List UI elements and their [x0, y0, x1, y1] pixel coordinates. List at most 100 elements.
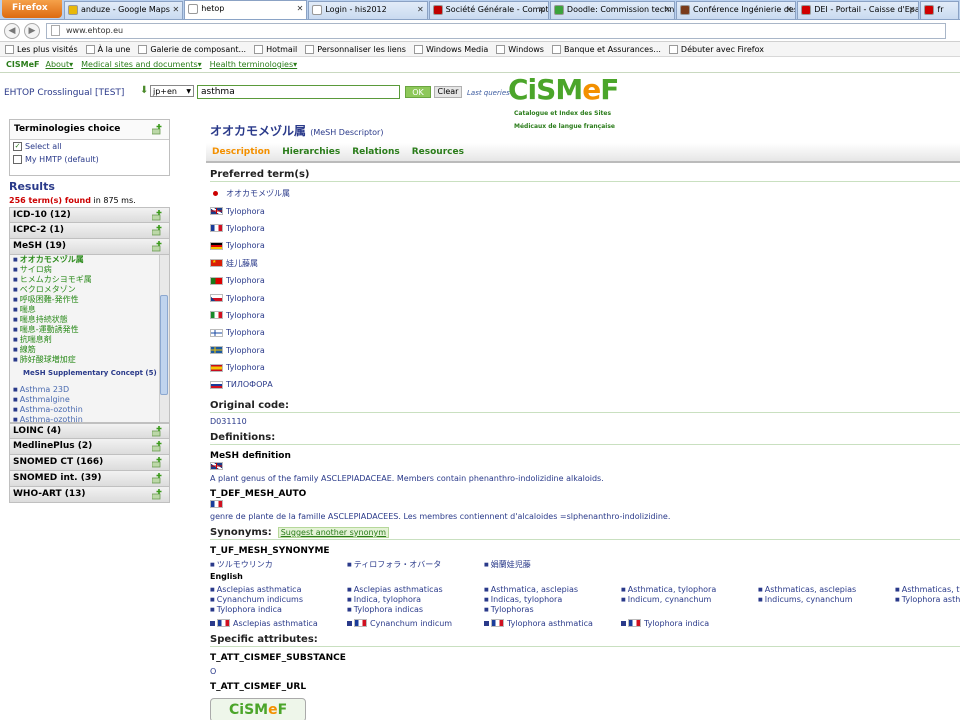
en-synonym-item[interactable]: Cynanchum indicums [210, 595, 347, 605]
select-all-option[interactable]: ✓ Select all [10, 140, 169, 153]
preferred-term-text[interactable]: 娃儿藤属 [226, 258, 258, 269]
en-synonym-item[interactable]: Tylophora asthm [895, 595, 960, 605]
terminology-header[interactable]: MeSH (19) [9, 239, 170, 255]
en-synonym-item[interactable]: Asclepias asthmaticas [347, 585, 484, 595]
terminology-header[interactable]: WHO-ART (13) [9, 487, 170, 503]
en-synonym-item[interactable]: Tylophora indica [210, 605, 347, 615]
close-icon[interactable]: ✕ [909, 5, 916, 14]
expand-terminology-icon[interactable] [152, 241, 163, 252]
en-synonym-item[interactable]: Asclepias asthmatica [210, 585, 347, 595]
terminology-header[interactable]: ICD-10 (12) [9, 207, 170, 223]
checkbox-icon[interactable] [13, 155, 22, 164]
browser-tab[interactable]: fr [920, 1, 959, 19]
browser-tab[interactable]: Société Générale - Comptes ...✕ [428, 1, 549, 19]
bookmark-item[interactable]: Banque et Assurances... [551, 44, 661, 54]
mesh-supplementary-item[interactable]: Asthmalgine [10, 395, 169, 405]
cismef-logo[interactable]: CiSMeF Catalogue et Index des Sites Médi… [508, 76, 628, 131]
mesh-result-item[interactable]: 喘息 [10, 305, 169, 315]
add-terminology-icon[interactable] [152, 124, 163, 135]
browser-tab[interactable]: Login - his2012 ✕ [308, 1, 428, 19]
preferred-term-text[interactable]: Tylophora [226, 241, 265, 250]
my-hmtp-option[interactable]: My HMTP (default) [10, 153, 169, 166]
checkbox-checked-icon[interactable]: ✓ [13, 142, 22, 151]
mesh-result-item[interactable]: 肺好酸球増加症 [10, 355, 169, 365]
tab-hierarchies[interactable]: Hierarchies [282, 147, 340, 157]
preferred-term-text[interactable]: Tylophora [226, 294, 265, 303]
expand-terminology-icon[interactable] [152, 473, 163, 484]
terminology-header[interactable]: SNOMED int. (39) [9, 471, 170, 487]
preferred-term-text[interactable]: Tylophora [226, 363, 265, 372]
language-select[interactable]: jp+en ▼ [150, 85, 194, 97]
expand-terminology-icon[interactable] [152, 489, 163, 500]
mesh-result-item[interactable]: 喘息-運動誘発性 [10, 325, 169, 335]
bookmark-item[interactable]: À la une [85, 44, 130, 54]
nav-about[interactable]: About▾ [45, 60, 73, 69]
mesh-result-item[interactable]: ベクロメタゾン [10, 285, 169, 295]
close-icon[interactable]: ✕ [297, 4, 304, 13]
expand-terminology-icon[interactable] [152, 225, 163, 236]
fr-synonym-item[interactable]: Cynanchum indicum [347, 619, 484, 628]
search-input[interactable]: asthma [197, 85, 400, 99]
fr-synonym-item[interactable]: Tylophora asthmatica [484, 619, 621, 628]
mesh-result-item[interactable]: 線筋 [10, 345, 169, 355]
last-queries-link[interactable]: Last queries [467, 89, 510, 97]
en-synonym-item[interactable]: Tylophora indicas [347, 605, 484, 615]
expand-terminology-icon[interactable] [152, 457, 163, 468]
preferred-term-text[interactable]: Tylophora [226, 207, 265, 216]
bookmark-item[interactable]: Personnaliser les liens [305, 44, 406, 54]
en-synonym-item[interactable]: Indica, tylophora [347, 595, 484, 605]
mesh-result-item[interactable]: オオカモメヅル属 [10, 255, 169, 265]
mesh-supplementary-item[interactable]: Asthma 23D [10, 385, 169, 395]
preferred-term-text[interactable]: Tylophora [226, 224, 265, 233]
mesh-result-item[interactable]: 喘息持続状態 [10, 315, 169, 325]
expand-terminology-icon[interactable] [152, 210, 163, 221]
expand-terminology-icon[interactable] [152, 426, 163, 437]
en-synonym-item[interactable]: Indicum, cynanchum [621, 595, 758, 605]
bookmark-item[interactable]: Galerie de composant... [138, 44, 246, 54]
mesh-result-item[interactable]: 抗喘息剤 [10, 335, 169, 345]
jp-synonym-item[interactable]: ツルモウリンカ [210, 560, 347, 570]
firefox-menu-button[interactable]: Firefox [2, 0, 62, 18]
close-icon[interactable]: ✕ [173, 5, 180, 14]
en-synonym-item[interactable]: Indicas, tylophora [484, 595, 621, 605]
browser-tab[interactable]: anduze - Google Maps ✕ [63, 1, 184, 19]
close-icon[interactable]: ✕ [538, 5, 545, 14]
browser-tab[interactable]: DEI - Portail - Caisse d'Epargn...✕ [797, 1, 920, 19]
en-synonym-item[interactable]: Indicums, cynanchum [758, 595, 895, 605]
preferred-term-text[interactable]: オオカモメヅル属 [226, 188, 290, 199]
preferred-term-text[interactable]: ТИЛОФОРА [226, 380, 273, 389]
nav-medical-sites[interactable]: Medical sites and documents▾ [81, 60, 202, 69]
fr-synonym-item[interactable]: Asclepias asthmatica [210, 619, 347, 628]
en-synonym-item[interactable]: Asthmaticas, tylo [895, 585, 960, 595]
mesh-results-list[interactable]: オオカモメヅル属サイロ病ヒメムカシヨモギ属ベクロメタゾン呼吸困難-発作性喘息喘息… [9, 255, 170, 423]
en-synonym-item[interactable]: Tylophoras [484, 605, 621, 615]
mesh-supplementary-item[interactable]: Asthma-ozothin [10, 405, 169, 415]
bookmark-item[interactable]: Débuter avec Firefox [668, 44, 764, 54]
cismef-url-logo[interactable]: CiSMeF [210, 697, 306, 720]
mesh-list-scrollbar[interactable] [159, 255, 169, 422]
mesh-result-item[interactable]: ヒメムカシヨモギ属 [10, 275, 169, 285]
preferred-term-text[interactable]: Tylophora [226, 346, 265, 355]
scrollbar-thumb[interactable] [160, 295, 168, 395]
tab-relations[interactable]: Relations [352, 147, 400, 157]
browser-tab[interactable]: hetop ✕ [184, 0, 308, 19]
terminology-header[interactable]: LOINC (4) [9, 423, 170, 439]
preferred-term-text[interactable]: Tylophora [226, 328, 265, 337]
expand-terminology-icon[interactable] [152, 441, 163, 452]
terminology-header[interactable]: MedlinePlus (2) [9, 439, 170, 455]
tab-resources[interactable]: Resources [412, 147, 464, 157]
ok-button[interactable]: OK [405, 86, 431, 98]
bookmark-item[interactable]: Les plus visités [5, 44, 78, 54]
close-icon[interactable]: ✕ [417, 5, 424, 14]
bookmark-item[interactable]: Hotmail [254, 44, 297, 54]
en-synonym-item[interactable]: Asthmatica, tylophora [621, 585, 758, 595]
browser-tab[interactable]: Conférence Ingénierie des C...✕ [675, 1, 797, 19]
fr-synonym-item[interactable]: Tylophora indica [621, 619, 758, 628]
close-icon[interactable]: ✕ [786, 5, 793, 14]
preferred-term-text[interactable]: Tylophora [226, 311, 265, 320]
cismef-nav-logo[interactable]: CISMeF [6, 60, 39, 69]
tab-description[interactable]: Description [212, 147, 270, 157]
mesh-supplementary-item[interactable]: Asthma-ozothin [10, 415, 169, 422]
close-icon[interactable]: ✕ [664, 5, 671, 14]
bookmark-item[interactable]: Windows [496, 44, 544, 54]
